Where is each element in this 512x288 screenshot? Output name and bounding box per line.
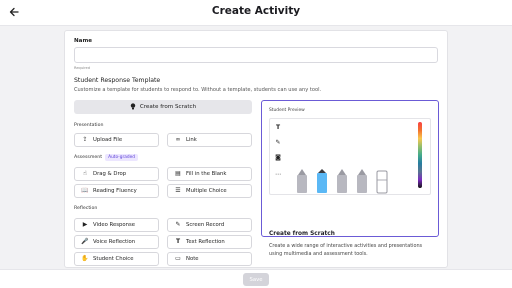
save-button[interactable]: Save <box>243 273 269 286</box>
preview-description: Create a wide range of interactive activ… <box>269 243 423 257</box>
top-bar: Create Activity <box>0 0 512 26</box>
assessment-section-label: Assessment Auto-graded <box>74 154 138 161</box>
pen-tray <box>297 169 388 194</box>
lightbulb-icon <box>130 102 136 112</box>
option-label: Link <box>186 137 197 143</box>
required-hint: Required <box>74 66 90 70</box>
preview-title: Create from Scratch <box>269 231 335 237</box>
name-input[interactable] <box>74 47 438 63</box>
note-icon: ▭ <box>175 255 181 262</box>
student-preview-label: Student Preview <box>269 108 305 113</box>
book-icon: 📖 <box>81 187 89 194</box>
video-response-option[interactable]: ▶ Video Response <box>74 218 159 232</box>
option-label: Screen Record <box>186 222 225 228</box>
option-label: Multiple Choice <box>186 188 227 194</box>
screen-record-icon: ✎ <box>175 221 181 228</box>
mic-icon: 🎤 <box>81 238 89 245</box>
name-label: Name <box>74 38 93 44</box>
voice-reflection-option[interactable]: 🎤 Voice Reflection <box>74 235 159 249</box>
create-from-scratch-button[interactable]: Create from Scratch <box>74 100 252 114</box>
option-label: Student Choice <box>93 256 134 262</box>
screen-record-option[interactable]: ✎ Screen Record <box>167 218 252 232</box>
text-icon: T <box>175 238 181 245</box>
drag-icon: ☝ <box>83 170 87 177</box>
page-title: Create Activity <box>211 5 301 17</box>
option-label: Text Reflection <box>186 239 225 245</box>
reflection-section-label: Reflection <box>74 206 98 211</box>
template-title: Student Response Template <box>74 77 161 84</box>
preview-canvas: T ✎ ◙ ⋯ <box>269 118 431 195</box>
drag-drop-option[interactable]: ☝ Drag & Drop <box>74 167 159 181</box>
option-label: Fill in the Blank <box>186 171 227 177</box>
footer-bar: Save <box>0 269 512 288</box>
presentation-section-label: Presentation <box>74 123 104 128</box>
option-label: Video Response <box>93 222 135 228</box>
link-icon: ∞ <box>175 136 181 143</box>
assessment-label: Assessment <box>74 155 103 160</box>
text-reflection-option[interactable]: T Text Reflection <box>167 235 252 249</box>
template-description: Customize a template for students to res… <box>74 87 322 93</box>
upload-icon: ⇪ <box>82 136 88 143</box>
text-tool-icon: T <box>275 124 281 131</box>
link-option[interactable]: ∞ Link <box>167 133 252 147</box>
choice-icon: ✋ <box>81 255 89 262</box>
color-picker-strip[interactable] <box>418 122 422 188</box>
list-icon: ☰ <box>175 187 181 194</box>
reading-fluency-option[interactable]: 📖 Reading Fluency <box>74 184 159 198</box>
upload-file-option[interactable]: ⇪ Upload File <box>74 133 159 147</box>
more-tools-icon: ⋯ <box>275 171 281 178</box>
create-from-scratch-label: Create from Scratch <box>139 104 197 110</box>
pen-tool-icon: ✎ <box>275 139 281 146</box>
note-option[interactable]: ▭ Note <box>167 252 252 266</box>
video-icon: ▶ <box>82 221 88 228</box>
student-choice-option[interactable]: ✋ Student Choice <box>74 252 159 266</box>
auto-graded-badge: Auto-graded <box>105 154 138 161</box>
activity-form-card: Name Required Student Response Template … <box>64 30 448 268</box>
blank-icon: ▤ <box>175 170 181 177</box>
option-label: Drag & Drop <box>93 171 127 177</box>
student-preview-panel: Student Preview T ✎ ◙ ⋯ Create from Scra… <box>261 100 439 257</box>
camera-tool-icon: ◙ <box>275 154 281 161</box>
option-label: Upload File <box>93 137 123 143</box>
option-label: Note <box>186 256 199 262</box>
multiple-choice-option[interactable]: ☰ Multiple Choice <box>167 184 252 198</box>
option-label: Reading Fluency <box>93 188 137 194</box>
fill-in-the-blank-option[interactable]: ▤ Fill in the Blank <box>167 167 252 181</box>
option-label: Voice Reflection <box>93 239 136 245</box>
